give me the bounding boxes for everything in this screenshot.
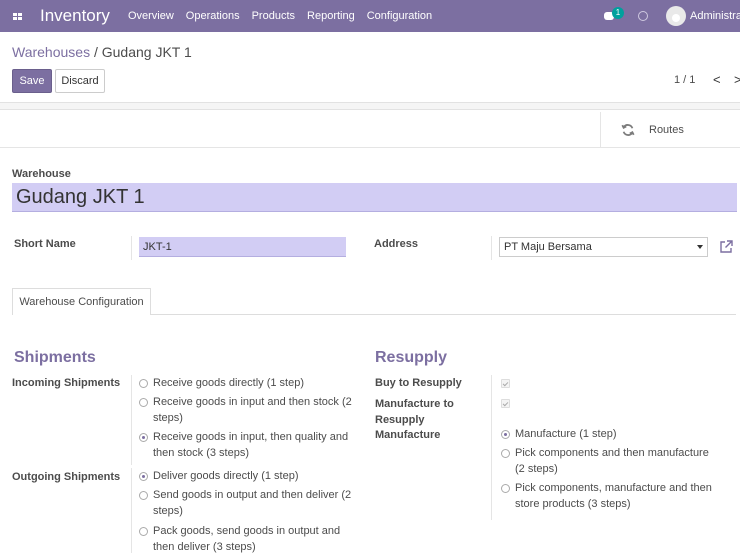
- manufacture-option-3: Pick components, manufacture and then st…: [515, 482, 712, 510]
- tab-warehouse-configuration[interactable]: Warehouse Configuration: [12, 288, 151, 315]
- menu-products[interactable]: Products: [252, 10, 295, 22]
- incoming-1-step-radio[interactable]: [139, 379, 148, 388]
- manufacture-1-step-radio[interactable]: [501, 430, 510, 439]
- field-separator: [131, 236, 132, 260]
- outgoing-shipments-label: Outgoing Shipments: [12, 471, 121, 483]
- outgoing-2-steps-radio[interactable]: [139, 491, 148, 500]
- routes-button[interactable]: Routes: [600, 112, 740, 148]
- incoming-option-2: Receive goods in input and then stock (2…: [153, 396, 352, 424]
- pager-next-button[interactable]: >: [734, 72, 740, 87]
- address-select-value: PT Maju Bersama: [504, 241, 592, 253]
- manufacture-option-2: Pick components and then manufacture (2 …: [515, 447, 709, 475]
- chat-count-badge: 1: [612, 7, 624, 19]
- user-menu[interactable]: Administrator: [690, 10, 740, 22]
- top-navbar: Inventory Overview Operations Products R…: [0, 0, 740, 32]
- pager-value[interactable]: 1 / 1: [674, 74, 695, 86]
- save-button[interactable]: Save: [12, 69, 52, 93]
- breadcrumb-warehouses[interactable]: Warehouses: [12, 44, 90, 60]
- address-select[interactable]: PT Maju Bersama: [499, 237, 708, 257]
- form-sheet-top-divider: [0, 102, 740, 110]
- resupply-title: Resupply: [375, 349, 448, 366]
- menu-reporting[interactable]: Reporting: [307, 10, 355, 22]
- routes-button-label: Routes: [649, 124, 684, 136]
- menu-overview[interactable]: Overview: [128, 10, 174, 22]
- manufacture-option-1: Manufacture (1 step): [515, 428, 617, 440]
- manufacture-label: Manufacture: [375, 429, 441, 441]
- menu-operations[interactable]: Operations: [186, 10, 240, 22]
- field-separator: [131, 375, 132, 465]
- manufacture-3-steps-radio[interactable]: [501, 484, 510, 493]
- outgoing-option-1: Deliver goods directly (1 step): [153, 470, 299, 482]
- incoming-option-1: Receive goods directly (1 step): [153, 377, 305, 389]
- activity-clock-icon[interactable]: [638, 11, 648, 21]
- menu-configuration[interactable]: Configuration: [367, 10, 432, 22]
- incoming-3-steps-radio[interactable]: [139, 433, 148, 442]
- incoming-option-3: Receive goods in input, then quality and…: [153, 431, 349, 459]
- warehouse-label: Warehouse: [12, 168, 71, 180]
- manufacture-to-resupply-checkbox[interactable]: [501, 399, 510, 408]
- smart-button-box: Routes: [0, 112, 740, 148]
- discard-button[interactable]: Discard: [55, 69, 105, 93]
- address-label: Address: [374, 238, 419, 250]
- outgoing-1-step-radio[interactable]: [139, 472, 148, 481]
- manufacture-to-resupply-label: Manufacture to Resupply: [375, 398, 454, 426]
- shipments-title: Shipments: [14, 349, 96, 366]
- field-separator: [131, 468, 132, 553]
- incoming-shipments-label: Incoming Shipments: [12, 377, 121, 389]
- outgoing-3-steps-radio[interactable]: [139, 527, 148, 536]
- external-link-icon[interactable]: [718, 239, 734, 255]
- field-separator: [491, 236, 492, 260]
- user-avatar[interactable]: [666, 6, 686, 26]
- breadcrumb-separator: /: [90, 44, 102, 60]
- short-name-input[interactable]: JKT-1: [139, 237, 346, 257]
- chevron-down-icon: [697, 245, 703, 249]
- incoming-2-steps-radio[interactable]: [139, 398, 148, 407]
- buy-to-resupply-checkbox[interactable]: [501, 379, 510, 388]
- app-brand[interactable]: Inventory: [40, 6, 110, 26]
- buy-to-resupply-label: Buy to Resupply: [375, 377, 462, 389]
- outgoing-option-3: Pack goods, send goods in output and the…: [153, 525, 341, 553]
- manufacture-2-steps-radio[interactable]: [501, 449, 510, 458]
- refresh-icon: [621, 124, 635, 136]
- breadcrumb-current: Gudang JKT 1: [101, 44, 192, 60]
- tab-underline: [151, 314, 736, 315]
- outgoing-option-2: Send goods in output and then deliver (2…: [153, 489, 352, 517]
- apps-menu-icon[interactable]: [4, 0, 30, 32]
- field-separator: [491, 375, 492, 520]
- pager-previous-button[interactable]: <: [713, 72, 721, 87]
- short-name-label: Short Name: [14, 238, 76, 250]
- breadcrumb: Warehouses / Gudang JKT 1: [12, 44, 192, 60]
- chat-icon[interactable]: 1: [604, 7, 624, 23]
- warehouse-name-input[interactable]: Gudang JKT 1: [12, 183, 737, 212]
